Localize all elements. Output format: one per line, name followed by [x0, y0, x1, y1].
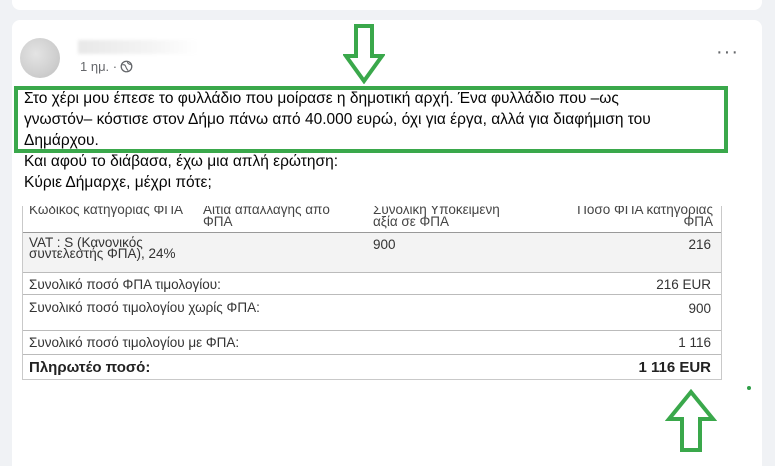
amount-payable-label: Πληρωτέο ποσό: — [29, 359, 151, 376]
total-with-vat-row: Συνολικό ποσό τιμολογίου με ΦΠΑ: 1 116 — [23, 330, 721, 354]
globe-icon[interactable] — [120, 60, 133, 73]
invoice-header-row: Κωδικός κατηγορίας ΦΠΑ Αιτία απαλλαγής α… — [23, 206, 721, 232]
invoice-image[interactable]: Κωδικός κατηγορίας ΦΠΑ Αιτία απαλλαγής α… — [14, 206, 726, 382]
vat-amount: 216 — [688, 237, 711, 252]
vat-code: VAT : S (Κανονικός συντελεστής ΦΠΑ), 24% — [29, 235, 176, 261]
post-text-line: Και αφού το διάβασα, έχω μια απλή ερώτησ… — [24, 153, 339, 170]
post-meta: 1 ημ. · — [80, 59, 133, 74]
more-options-button[interactable]: ··· — [716, 42, 739, 62]
post-text-line: Κύριε Δήμαρχε, μέχρι πότε; — [24, 174, 212, 191]
post-timestamp[interactable]: 1 ημ. · — [80, 59, 117, 74]
author-name-blurred[interactable] — [78, 40, 198, 54]
vat-row: VAT : S (Κανονικός συντελεστής ΦΠΑ), 24%… — [23, 232, 721, 272]
avatar[interactable] — [20, 38, 60, 78]
vat-base-value: 900 — [373, 237, 396, 252]
header-vat-amount: Ποσό ΦΠΑ κατηγορίας ΦΠΑ — [577, 206, 713, 229]
amount-payable-value: 1 116 EUR — [638, 359, 711, 376]
highlight-box — [14, 86, 728, 153]
previous-post-card — [12, 0, 762, 10]
header-taxable-value: Συνολική Υποκείμενη αξία σε ΦΠΑ — [373, 206, 500, 229]
up-arrow-icon — [665, 389, 717, 452]
total-without-vat-row: Συνολικό ποσό τιμολογίου χωρίς ΦΠΑ: 900 — [23, 294, 721, 330]
total-with-vat-label: Συνολικό ποσό τιμολογίου με ΦΠΑ: — [29, 335, 240, 350]
header-vat-code: Κωδικός κατηγορίας ΦΠΑ — [29, 206, 183, 217]
total-vat-row: Συνολικό ποσό ΦΠΑ τιμολογίου: 216 EUR — [23, 272, 721, 294]
decorative-dot — [747, 386, 751, 390]
invoice-table: Κωδικός κατηγορίας ΦΠΑ Αιτία απαλλαγής α… — [22, 206, 722, 380]
total-vat-value: 216 EUR — [656, 277, 711, 292]
header-exemption-reason: Αιτία απαλλαγής από ΦΠΑ — [203, 206, 330, 229]
total-without-vat-value: 900 — [688, 301, 711, 316]
total-without-vat-label: Συνολικό ποσό τιμολογίου χωρίς ΦΠΑ: — [29, 300, 260, 315]
down-arrow-icon — [343, 24, 385, 84]
amount-payable-row: Πληρωτέο ποσό: 1 116 EUR — [23, 354, 721, 380]
total-with-vat-value: 1 116 — [678, 335, 711, 350]
total-vat-label: Συνολικό ποσό ΦΠΑ τιμολογίου: — [29, 277, 221, 292]
